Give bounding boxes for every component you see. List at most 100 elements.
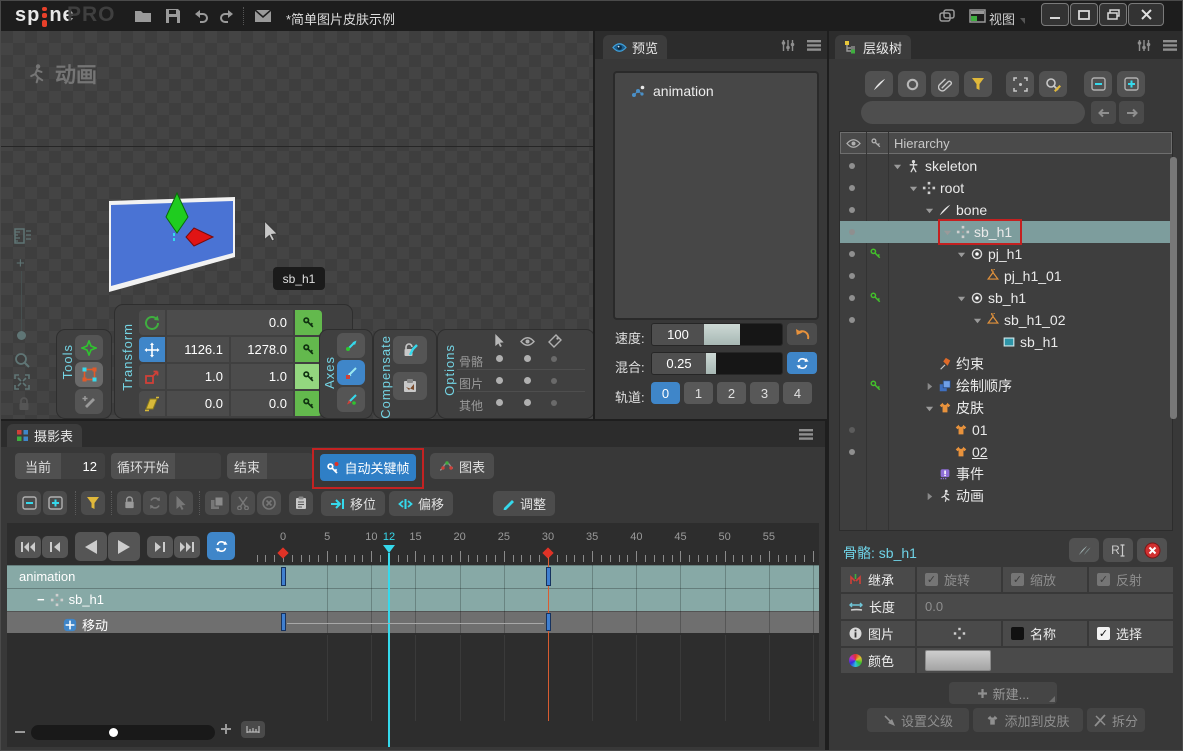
weights-tool-button[interactable] (75, 362, 103, 387)
prev-key-button[interactable] (42, 536, 68, 558)
maximize-button[interactable] (1070, 3, 1098, 26)
speed-slider-handle[interactable] (704, 324, 740, 345)
tree-row-skeleton[interactable]: skeleton (840, 155, 1172, 177)
tree-row-sb_h1[interactable]: sb_h1 (840, 287, 1172, 309)
other-label-radio[interactable] (551, 400, 557, 406)
hierarchy-search-input[interactable] (861, 101, 1085, 124)
first-frame-button[interactable] (15, 536, 41, 558)
visibility-dot[interactable] (849, 317, 855, 323)
visibility-dot[interactable] (849, 229, 855, 235)
tree-row-pj_h1[interactable]: pj_h1 (840, 243, 1172, 265)
translate-x-value[interactable]: 1126.1 (167, 337, 229, 362)
track-button-1[interactable]: 1 (684, 382, 713, 404)
inherit-rotate-checkbox[interactable]: ✓旋转 (917, 567, 1001, 592)
zoom-slider-track[interactable] (21, 271, 22, 331)
tree-scrollbar[interactable] (1170, 157, 1177, 419)
image-select-checkbox[interactable]: ✓选择 (1089, 621, 1173, 646)
inherit-scale-checkbox[interactable]: ✓缩放 (1003, 567, 1087, 592)
tree-row-动画[interactable]: 动画 (840, 485, 1172, 507)
delete-keys-button[interactable] (257, 491, 281, 515)
split-button[interactable]: 拆分 (1087, 708, 1145, 732)
other-select-radio[interactable] (496, 399, 503, 406)
shear-y-value[interactable]: 0.0 (231, 391, 293, 416)
timeline-row-sb_h1[interactable]: −sb_h1 (7, 588, 819, 611)
speed-slider[interactable]: 100 (651, 323, 783, 346)
lock-icon[interactable] (17, 397, 31, 412)
adjust-keys-button[interactable]: 调整 (493, 491, 555, 516)
keyed-icon[interactable] (869, 247, 882, 260)
tree-row-root[interactable]: root (840, 177, 1172, 199)
expand-rows-button[interactable] (43, 491, 67, 515)
undo-icon[interactable] (191, 7, 211, 25)
timeline-row-animation[interactable]: animation (7, 565, 819, 588)
image-axes-toggle[interactable] (917, 621, 1001, 646)
fit-view-icon[interactable] (13, 373, 31, 391)
collapse-rows-button[interactable] (17, 491, 41, 515)
dopesheet-menu-icon[interactable] (799, 429, 813, 440)
tab-hierarchy[interactable]: 层级树 (835, 35, 911, 59)
set-parent-button[interactable]: 设置父级 (867, 708, 969, 732)
inherit-reflect-checkbox[interactable]: ✓反射 (1089, 567, 1173, 592)
save-icon[interactable] (163, 7, 183, 25)
mail-icon[interactable] (253, 7, 273, 25)
keyed-icon[interactable] (869, 379, 882, 392)
search-edit-button[interactable] (1039, 71, 1067, 97)
ruler-toggle-icon[interactable] (13, 227, 33, 245)
timeline-zoom-out-icon[interactable] (13, 724, 27, 740)
pages-icon[interactable] (937, 7, 957, 25)
rotate-value[interactable]: 0.0 (167, 310, 293, 335)
animate-viewport[interactable]: 动画 + sb_h1 Tools Transf (1, 31, 593, 419)
zoom-slider-handle[interactable] (17, 331, 26, 340)
axes-local-button[interactable] (337, 387, 365, 412)
timeline-filter-button[interactable] (81, 491, 105, 515)
collapse-all-button[interactable] (1084, 71, 1112, 97)
visibility-dot[interactable] (849, 163, 855, 169)
key-shear-button[interactable] (295, 391, 322, 416)
expander-closed-icon[interactable] (924, 382, 934, 391)
tree-row-01[interactable]: 01 (840, 419, 1172, 441)
minimize-button[interactable] (1041, 3, 1069, 26)
tree-row-皮肤[interactable]: 皮肤 (840, 397, 1172, 419)
length-value[interactable]: 0.0 (917, 594, 1173, 619)
animation-list-item[interactable]: animation (631, 83, 714, 99)
shear-icon[interactable] (139, 391, 165, 416)
tab-dopesheet[interactable]: 摄影表 (7, 424, 82, 447)
search-next-button[interactable] (1119, 101, 1144, 124)
expander-open-icon[interactable] (924, 206, 934, 215)
duplicate-bone-button[interactable] (1069, 538, 1099, 562)
shear-x-value[interactable]: 0.0 (167, 391, 229, 416)
tree-row-sb_h1_02[interactable]: sb_h1_02 (840, 309, 1172, 331)
row-collapse-glyph[interactable]: − (37, 592, 45, 607)
copy-keys-button[interactable] (205, 491, 229, 515)
timeline-ruler-toggle-button[interactable] (241, 721, 265, 738)
show-attachments-button[interactable] (931, 71, 959, 97)
expander-open-icon[interactable] (892, 162, 902, 171)
visibility-dot[interactable] (849, 449, 855, 455)
pose-tool-button[interactable] (75, 335, 103, 360)
add-to-skin-button[interactable]: 添加到皮肤 (973, 708, 1083, 732)
mix-slider-handle[interactable] (706, 353, 716, 374)
tree-row-绘制顺序[interactable]: 绘制顺序 (840, 375, 1172, 397)
select-mode-button[interactable] (169, 491, 193, 515)
zoom-in-icon[interactable]: + (16, 255, 25, 272)
new-button[interactable]: 新建... (949, 682, 1057, 704)
axes-world-button[interactable] (337, 333, 365, 358)
last-frame-button[interactable] (174, 536, 200, 558)
end-value[interactable] (267, 453, 313, 479)
tree-row-02[interactable]: 02 (840, 441, 1172, 463)
key-translate-button[interactable] (295, 337, 322, 362)
paste-keys-button[interactable] (289, 491, 313, 515)
magnifier-icon[interactable] (13, 351, 31, 369)
tree-row-sb_h1[interactable]: sb_h1 (840, 221, 1172, 243)
expander-open-icon[interactable] (908, 184, 918, 193)
images-visible-radio[interactable] (524, 377, 531, 384)
keyed-icon[interactable] (869, 291, 882, 304)
keyframe-2-0[interactable] (281, 613, 286, 631)
visibility-dot[interactable] (849, 185, 855, 191)
redo-icon[interactable] (217, 7, 237, 25)
expander-open-icon[interactable] (972, 316, 982, 325)
open-folder-icon[interactable] (133, 7, 153, 25)
visibility-dot[interactable] (849, 251, 855, 257)
scale-x-value[interactable]: 1.0 (167, 364, 229, 389)
cut-keys-button[interactable] (231, 491, 255, 515)
